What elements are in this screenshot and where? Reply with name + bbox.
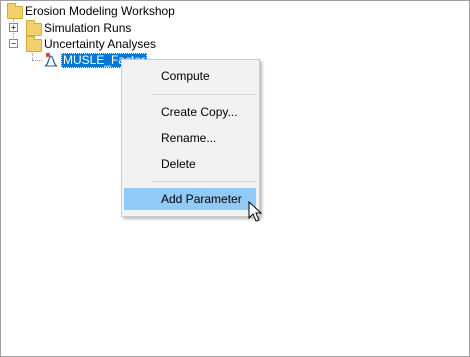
- menu-item-rename[interactable]: Rename...: [124, 127, 256, 149]
- tree-item-uncertainty-analyses[interactable]: Uncertainty Analyses: [44, 36, 156, 52]
- simulation-runs-folder-icon: [26, 20, 42, 36]
- menu-item-compute[interactable]: Compute: [124, 65, 256, 87]
- uncertainty-analysis-icon: [44, 52, 58, 67]
- uncertainty-analyses-folder-icon: [26, 36, 42, 52]
- collapse-icon[interactable]: −: [9, 39, 18, 48]
- menu-separator: [152, 94, 256, 95]
- root-folder-icon: [7, 3, 23, 19]
- context-menu: Compute Create Copy... Rename... Delete …: [121, 59, 260, 217]
- menu-separator: [152, 181, 256, 182]
- menu-item-delete[interactable]: Delete: [124, 153, 256, 175]
- tree-panel: Erosion Modeling Workshop + Simulation R…: [0, 0, 470, 357]
- mouse-pointer-icon: [248, 201, 262, 222]
- expand-icon[interactable]: +: [9, 23, 18, 32]
- menu-item-create-copy[interactable]: Create Copy...: [124, 101, 256, 123]
- menu-item-add-parameter[interactable]: Add Parameter: [124, 188, 256, 210]
- tree-connector-line: [32, 60, 42, 61]
- tree-item-root[interactable]: Erosion Modeling Workshop: [25, 3, 175, 19]
- tree-item-simulation-runs[interactable]: Simulation Runs: [44, 20, 131, 36]
